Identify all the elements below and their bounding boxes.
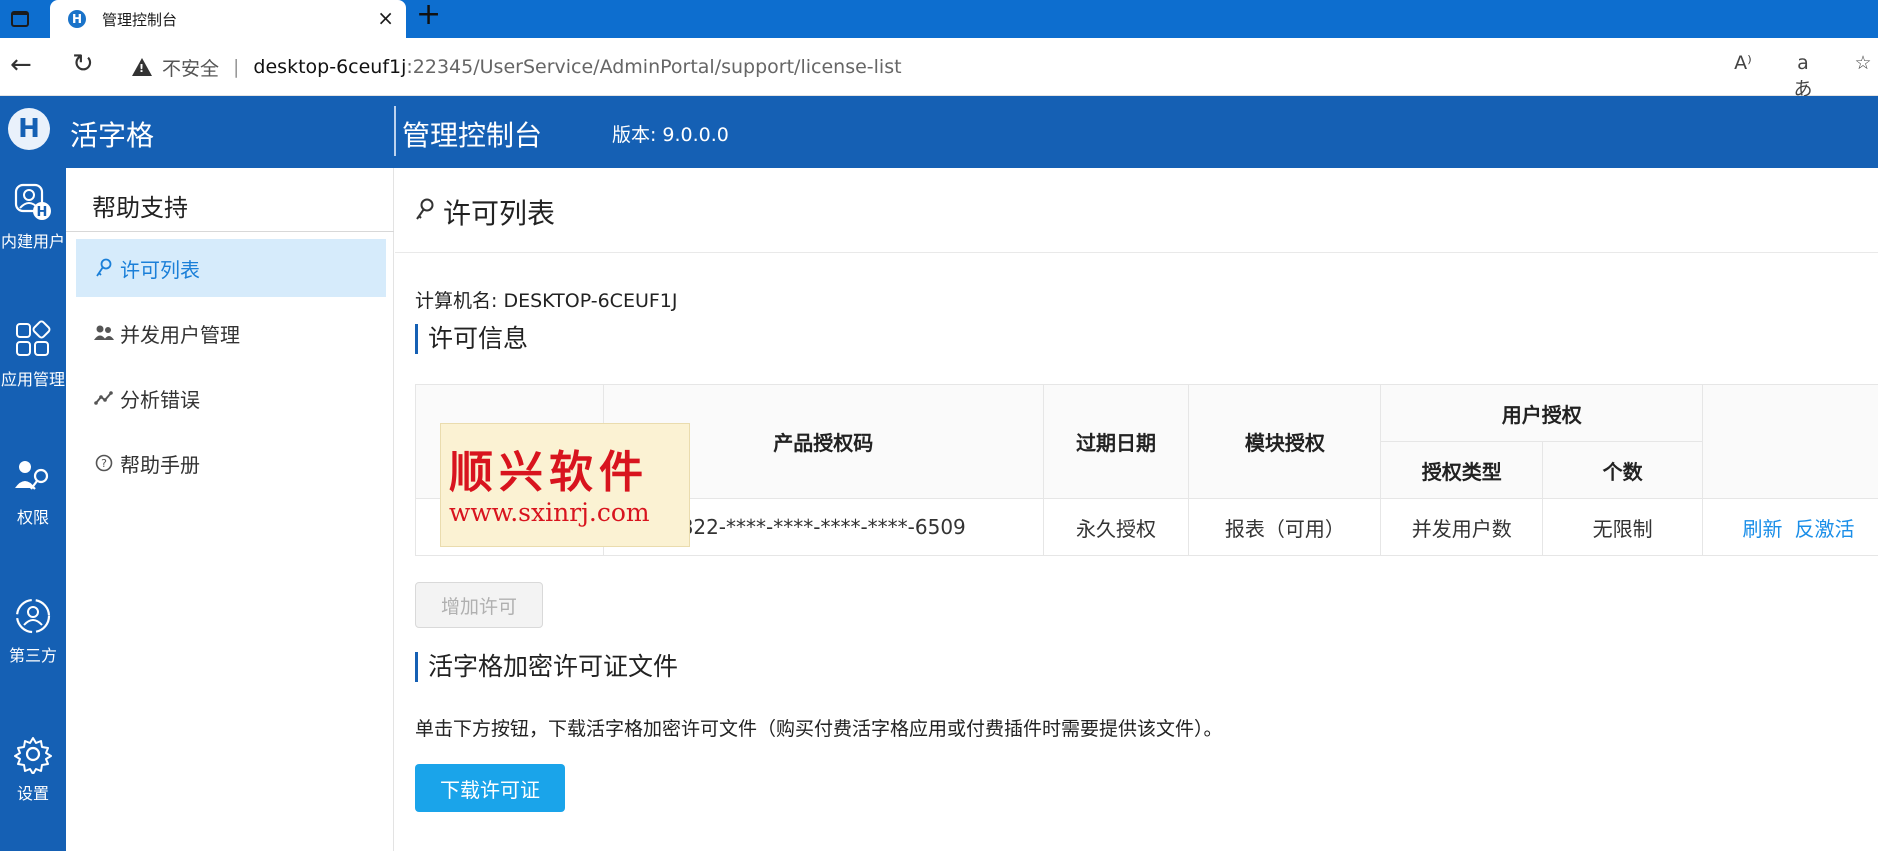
window-menu-button[interactable] xyxy=(0,0,40,38)
sidebar-divider xyxy=(66,231,394,232)
key-icon xyxy=(92,258,116,278)
page-title: 许可列表 xyxy=(415,192,555,232)
download-description: 单击下方按钮，下载活字格加密许可文件（购买付费活字格应用或付费插件时需要提供该文… xyxy=(415,718,1223,740)
browser-tab-bar: H 管理控制台 × + xyxy=(0,0,1878,38)
col-header-module: 模块授权 xyxy=(1188,384,1382,499)
tab-close-icon[interactable]: × xyxy=(377,6,394,30)
cell-actions: 刷新 反激活 xyxy=(1702,498,1878,556)
brand-name: 活字格 xyxy=(70,119,155,152)
rail-label: 应用管理 xyxy=(0,370,65,389)
sidebar-item-concurrent-users[interactable]: 并发用户管理 xyxy=(76,304,386,362)
version-value: 9.0.0.0 xyxy=(662,124,729,146)
page-title-text: 许可列表 xyxy=(443,197,556,230)
address-bar: ← ↻ 不安全 | desktop-6ceuf1j :22345/UserSer… xyxy=(0,38,1878,100)
url-host: desktop-6ceuf1j xyxy=(253,56,407,78)
col-header-expiry: 过期日期 xyxy=(1042,384,1190,499)
help-circle-icon: ? xyxy=(92,454,116,472)
url-field[interactable]: 不安全 | desktop-6ceuf1j :22345/UserService… xyxy=(132,48,1692,86)
tab-title: 管理控制台 xyxy=(102,11,178,29)
version-info: 版本: 9.0.0.0 xyxy=(612,120,729,147)
sidebar: 帮助支持 许可列表 并发用户管理 分析错误 ? 帮助手册 xyxy=(66,168,394,851)
cell-count: 无限制 xyxy=(1542,498,1704,556)
license-info-heading: 许可信息 xyxy=(415,324,528,354)
console-title: 管理控制台 xyxy=(402,119,543,152)
sidebar-item-analyze-errors[interactable]: 分析错误 xyxy=(76,369,386,427)
col-header-user-auth: 用户授权 xyxy=(1380,384,1704,442)
line-chart-icon xyxy=(92,390,116,406)
sidebar-item-label: 许可列表 xyxy=(120,257,200,282)
sidebar-item-label: 分析错误 xyxy=(120,387,200,412)
add-license-button[interactable]: 增加许可 xyxy=(415,582,543,628)
sidebar-title: 帮助支持 xyxy=(92,194,188,222)
rail-label: 第三方 xyxy=(8,646,57,665)
deactivate-link[interactable]: 反激活 xyxy=(1795,517,1855,541)
svg-text:H: H xyxy=(37,205,48,220)
read-aloud-icon[interactable]: A⁾ xyxy=(1728,52,1758,101)
built-in-user-icon: H xyxy=(14,183,51,220)
insecure-label: 不安全 xyxy=(162,57,220,80)
permission-key-icon xyxy=(15,461,49,490)
machine-label: 计算机名: xyxy=(415,290,498,312)
key-icon xyxy=(415,196,435,229)
sidebar-item-help-manual[interactable]: ? 帮助手册 xyxy=(76,434,386,492)
header-divider xyxy=(394,106,396,156)
rail-item-permission[interactable]: 权限 xyxy=(0,458,66,528)
watermark-text: 顺兴软件 xyxy=(449,447,649,498)
rail-label: 内建用户 xyxy=(0,232,65,251)
translate-icon[interactable]: aあ xyxy=(1788,52,1818,101)
warning-icon xyxy=(132,58,152,76)
sidebar-item-label: 并发用户管理 xyxy=(120,322,240,347)
version-label: 版本: xyxy=(612,124,657,146)
browser-tab[interactable]: H 管理控制台 × xyxy=(50,0,406,38)
third-party-icon xyxy=(15,598,51,634)
browser-toolbar: A⁾ aあ ☆ xyxy=(1728,52,1878,101)
watermark-url: www.sxinrj.com xyxy=(449,498,650,527)
download-license-button[interactable]: 下载许可证 xyxy=(415,764,565,812)
rail-item-app-management[interactable]: 应用管理 xyxy=(0,320,66,390)
logo-icon: H xyxy=(8,108,50,150)
app-header: H 活字格 管理控制台 版本: 9.0.0.0 xyxy=(0,96,1878,168)
machine-value: DESKTOP-6CEUF1J xyxy=(503,290,678,312)
rail-item-settings[interactable]: 设置 xyxy=(0,734,66,804)
rail-item-built-in-user[interactable]: H 内建用户 xyxy=(0,182,66,252)
col-header-auth-type: 授权类型 xyxy=(1380,441,1544,499)
col-header-actions xyxy=(1702,384,1878,499)
gear-icon xyxy=(14,737,52,774)
sidebar-item-license-list[interactable]: 许可列表 xyxy=(76,239,386,297)
refresh-link[interactable]: 刷新 xyxy=(1743,517,1783,541)
cell-auth-type: 并发用户数 xyxy=(1380,498,1544,556)
new-tab-button[interactable]: + xyxy=(416,0,441,34)
machine-name: 计算机名: DESKTOP-6CEUF1J xyxy=(415,286,677,313)
url-path: :22345/UserService/AdminPortal/support/l… xyxy=(406,56,902,78)
url-separator: | xyxy=(233,56,240,78)
reload-icon[interactable]: ↻ xyxy=(72,49,94,79)
users-icon xyxy=(92,324,116,342)
encrypt-file-heading: 活字格加密许可证文件 xyxy=(415,652,678,682)
window-icon xyxy=(11,11,29,27)
back-arrow-icon[interactable]: ← xyxy=(10,50,32,80)
rail-label: 权限 xyxy=(16,508,49,527)
sidebar-item-label: 帮助手册 xyxy=(120,452,200,477)
app-grid-icon xyxy=(16,320,51,356)
favicon-icon: H xyxy=(68,10,86,28)
title-divider xyxy=(395,252,1878,253)
cell-module: 报表（可用） xyxy=(1188,498,1382,556)
favorite-star-icon[interactable]: ☆ xyxy=(1848,52,1878,101)
rail-item-third-party[interactable]: 第三方 xyxy=(0,596,66,666)
col-header-count: 个数 xyxy=(1542,441,1704,499)
cell-expiry: 永久授权 xyxy=(1042,498,1190,556)
rail-label: 设置 xyxy=(16,784,49,803)
svg-text:?: ? xyxy=(101,457,107,470)
watermark-stamp: 顺兴软件 www.sxinrj.com xyxy=(440,423,690,547)
icon-rail: H 内建用户 应用管理 权限 第三方 设置 xyxy=(0,168,66,851)
